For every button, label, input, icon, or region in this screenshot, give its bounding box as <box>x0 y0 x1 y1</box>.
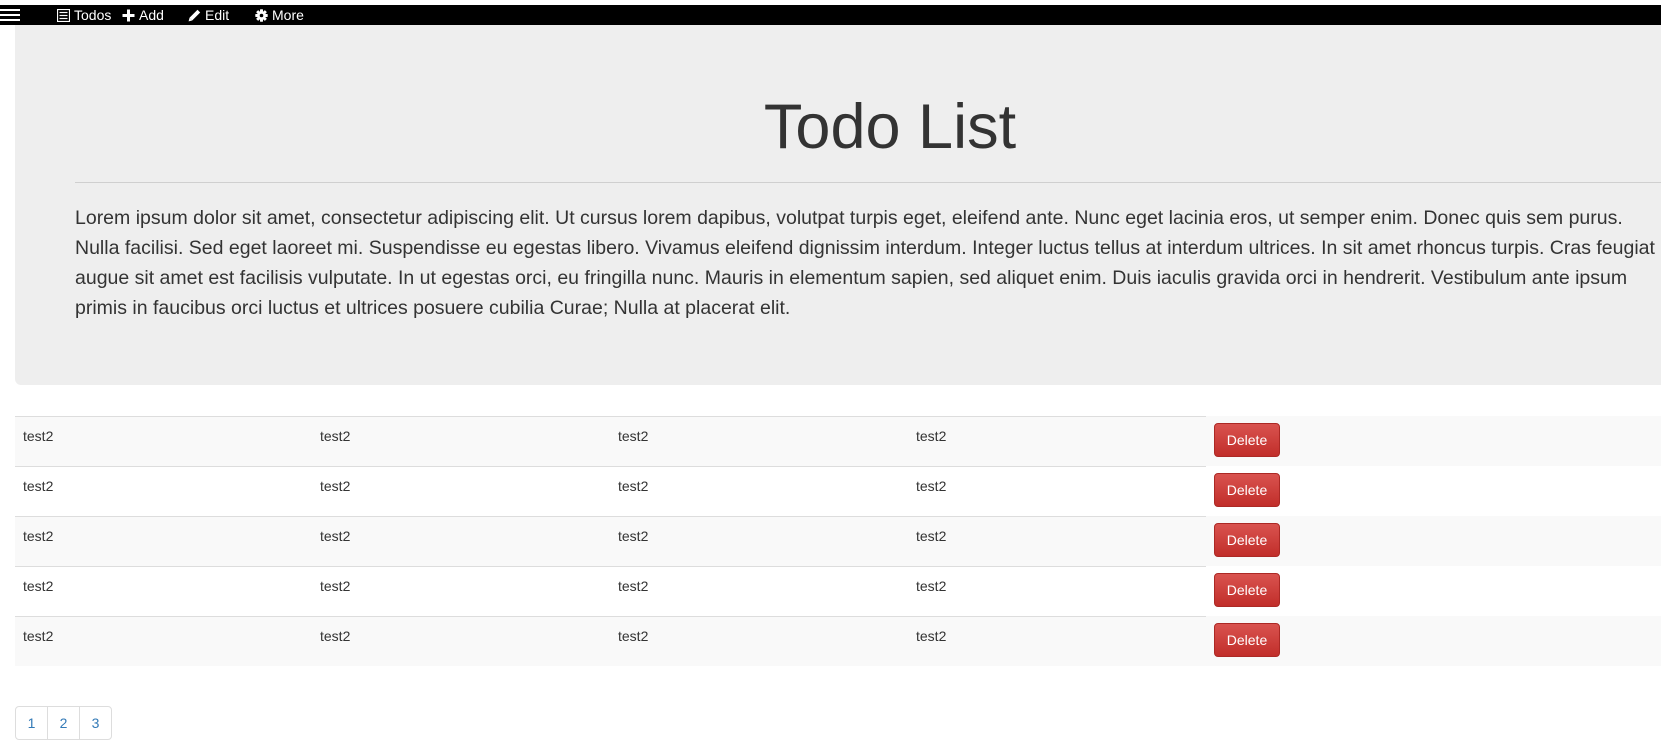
table-cell: test2 <box>23 478 54 494</box>
todo-table: test2 test2 test2 test2 Delete test2 tes… <box>15 416 1661 666</box>
title-divider <box>75 182 1661 183</box>
nav-todos[interactable]: Todos <box>57 6 111 24</box>
nav-edit[interactable]: Edit <box>188 6 229 24</box>
plus-icon <box>122 9 135 21</box>
delete-button[interactable]: Delete <box>1214 523 1280 557</box>
nav-add-label: Add <box>139 7 164 23</box>
delete-button[interactable]: Delete <box>1214 623 1280 657</box>
row-divider <box>15 416 1206 417</box>
table-cell: test2 <box>618 578 649 594</box>
row-divider <box>15 516 1206 517</box>
table-cell: test2 <box>320 528 351 544</box>
table-cell: test2 <box>618 478 649 494</box>
gear-icon <box>255 8 268 22</box>
table-cell: test2 <box>618 528 649 544</box>
table-cell: test2 <box>916 578 947 594</box>
table-cell: test2 <box>618 628 649 644</box>
jumbotron: Todo List Lorem ipsum dolor sit amet, co… <box>15 25 1661 385</box>
delete-button[interactable]: Delete <box>1214 573 1280 607</box>
intro-paragraph: Lorem ipsum dolor sit amet, consectetur … <box>75 207 1655 319</box>
page-link-3[interactable]: 3 <box>79 706 112 740</box>
page-link-1[interactable]: 1 <box>15 706 48 740</box>
table-row: test2 test2 test2 test2 Delete <box>15 516 1661 566</box>
table-cell: test2 <box>618 428 649 444</box>
table-row: test2 test2 test2 test2 Delete <box>15 616 1661 666</box>
table-cell: test2 <box>916 478 947 494</box>
table-cell: test2 <box>23 578 54 594</box>
nav-more-label: More <box>272 7 304 23</box>
delete-button[interactable]: Delete <box>1214 473 1280 507</box>
nav-todos-label: Todos <box>74 7 112 23</box>
table-cell: test2 <box>916 628 947 644</box>
row-divider <box>15 466 1206 467</box>
hamburger-menu-icon[interactable] <box>0 9 20 23</box>
nav-more[interactable]: More <box>255 6 304 24</box>
table-row: test2 test2 test2 test2 Delete <box>15 466 1661 516</box>
table-cell: test2 <box>916 428 947 444</box>
list-icon <box>57 8 70 22</box>
page-link-2[interactable]: 2 <box>47 706 80 740</box>
table-cell: test2 <box>320 628 351 644</box>
delete-button[interactable]: Delete <box>1214 423 1280 457</box>
pencil-icon <box>188 9 201 21</box>
table-cell: test2 <box>916 528 947 544</box>
row-divider <box>15 566 1206 567</box>
table-cell: test2 <box>23 628 54 644</box>
table-cell: test2 <box>320 428 351 444</box>
page-title: Todo List <box>763 92 1017 162</box>
top-navbar: Todos Add Edit More <box>0 5 1661 25</box>
table-cell: test2 <box>320 578 351 594</box>
nav-edit-label: Edit <box>205 7 230 23</box>
pagination: 1 2 3 <box>15 706 112 740</box>
row-divider <box>15 616 1206 617</box>
table-cell: test2 <box>23 528 54 544</box>
table-row: test2 test2 test2 test2 Delete <box>15 566 1661 616</box>
nav-add[interactable]: Add <box>122 6 164 24</box>
table-cell: test2 <box>320 478 351 494</box>
table-cell: test2 <box>23 428 54 444</box>
table-row: test2 test2 test2 test2 Delete <box>15 416 1661 466</box>
